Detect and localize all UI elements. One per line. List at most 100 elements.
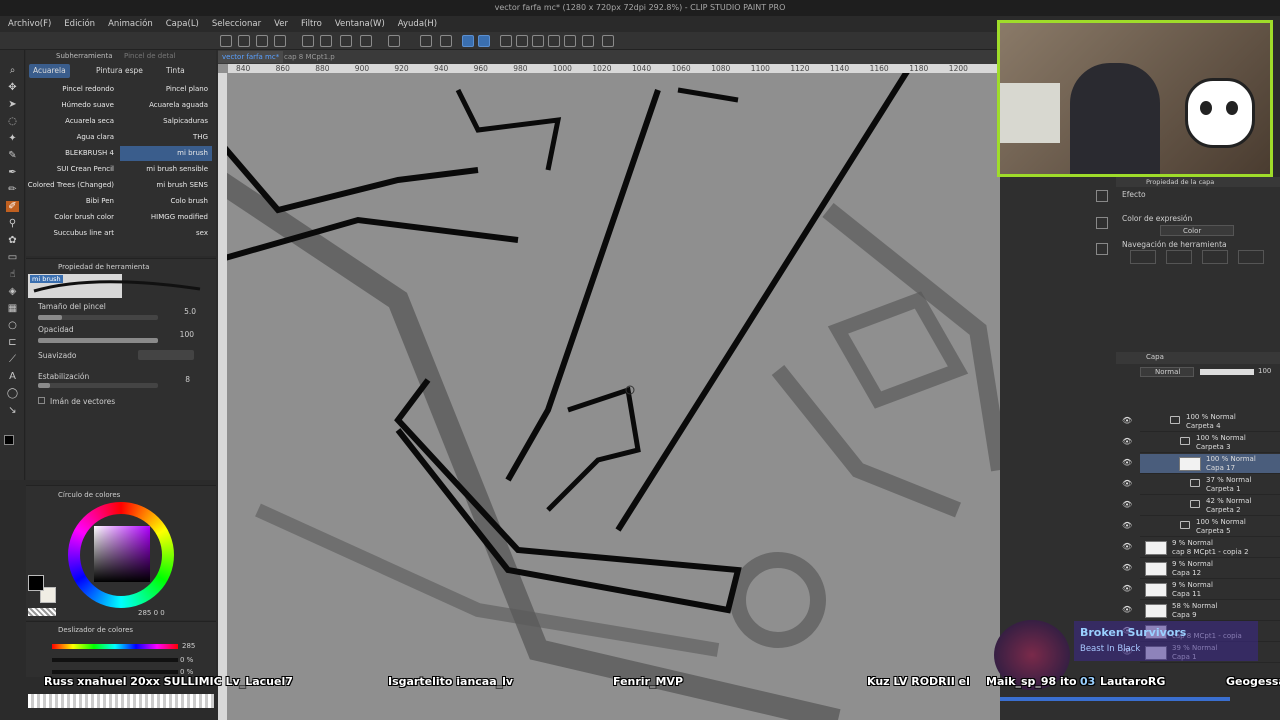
visibility-eye-icon[interactable]: 👁 — [1122, 437, 1132, 446]
airbrush-icon[interactable]: ⚲ — [6, 218, 19, 229]
panel-icon-3[interactable] — [1096, 243, 1108, 255]
brush-item[interactable]: Pincel plano — [120, 82, 212, 97]
gradient-icon[interactable]: ▦ — [6, 303, 19, 314]
menu-capa[interactable]: Capa(L) — [166, 19, 199, 29]
save-icon[interactable] — [256, 35, 268, 47]
doc-tab-2[interactable]: cap 8 MCpt1.p — [280, 51, 339, 63]
clear-icon[interactable] — [360, 35, 372, 47]
pencil-icon[interactable]: ✏ — [6, 184, 19, 195]
brush-item[interactable]: THG — [120, 130, 212, 145]
eraser-icon[interactable]: ▭ — [6, 252, 19, 263]
main-color-swatch[interactable] — [4, 435, 14, 445]
brush-item[interactable]: SUI Crean Pencil — [26, 162, 118, 177]
panel-icon-2[interactable] — [1096, 217, 1108, 229]
text-icon[interactable]: A — [6, 371, 19, 382]
frame-icon[interactable] — [582, 35, 594, 47]
redo-icon[interactable] — [320, 35, 332, 47]
layer-folder-row[interactable]: 100 % Normal Carpeta 4 👁 — [1122, 412, 1280, 432]
figure-icon[interactable]: ○ — [6, 320, 19, 331]
brush-item[interactable]: Acuarela aguada — [120, 98, 212, 113]
layer-row[interactable]: 9 % Normal Capa 12 👁 — [1122, 559, 1280, 579]
open-icon[interactable] — [238, 35, 250, 47]
value-slider[interactable] — [52, 670, 178, 674]
opacity-value[interactable]: 100 — [164, 330, 194, 339]
eyedropper-icon[interactable]: ✎ — [6, 150, 19, 161]
expression-dropdown[interactable]: Color — [1160, 225, 1234, 236]
drawing-canvas[interactable] — [218, 50, 1000, 720]
grid-icon[interactable] — [602, 35, 614, 47]
ruler-tool-icon[interactable]: ⟋ — [6, 354, 19, 365]
layer-row[interactable]: 9 % Normal Capa 11 👁 — [1122, 580, 1280, 600]
brush-item[interactable]: Colored Trees (Changed) — [26, 178, 118, 193]
opacity-slider[interactable] — [38, 338, 158, 343]
stab-value[interactable]: 8 — [160, 375, 190, 384]
visibility-eye-icon[interactable]: 👁 — [1122, 584, 1132, 593]
brush-item[interactable]: BLEKBRUSH 4 — [26, 146, 118, 161]
balloon-icon[interactable]: ◯ — [6, 388, 19, 399]
size-value[interactable]: 5.0 — [166, 307, 196, 316]
cat-tinta[interactable]: Tinta — [162, 64, 189, 78]
vector-checkbox[interactable] — [38, 397, 45, 404]
nav-button-1[interactable] — [1130, 250, 1156, 264]
layer-folder-row[interactable]: 42 % Normal Carpeta 2 👁 — [1122, 496, 1280, 516]
cat-pintura[interactable]: Pintura espe — [92, 64, 147, 78]
layer-folder-row[interactable]: 37 % Normal Carpeta 1 👁 — [1122, 475, 1280, 495]
blend-mode-dropdown[interactable]: Normal — [1140, 367, 1194, 377]
select-icon[interactable] — [440, 35, 452, 47]
brush-item[interactable]: Agua clara — [26, 130, 118, 145]
fill-tool-icon[interactable]: ◈ — [6, 286, 19, 297]
lasso-icon[interactable]: ◌ — [6, 116, 19, 127]
brush-item[interactable]: Acuarela seca — [26, 114, 118, 129]
zoom-icon[interactable]: ⌕ — [6, 65, 19, 76]
brush-item[interactable]: Bibi Pen — [26, 194, 118, 209]
transparent-chip[interactable] — [28, 608, 56, 616]
layer-row[interactable]: 58 % Normal Capa 9 👁 — [1122, 601, 1280, 621]
visibility-eye-icon[interactable]: 👁 — [1122, 458, 1132, 467]
layer-row[interactable]: 9 % Normal cap 8 MCpt1 - copia 2 👁 — [1122, 538, 1280, 558]
menu-edicion[interactable]: Edición — [64, 19, 95, 29]
visibility-eye-icon[interactable]: 👁 — [1122, 563, 1132, 572]
snap-ruler-icon[interactable] — [462, 35, 474, 47]
brush-item[interactable]: mi brush SENS — [120, 178, 212, 193]
menu-filtro[interactable]: Filtro — [301, 19, 322, 29]
layer-folder-row[interactable]: 100 % Normal Carpeta 3 👁 — [1122, 433, 1280, 453]
size-slider[interactable] — [38, 315, 158, 320]
fill-icon[interactable] — [420, 35, 432, 47]
menu-ventana[interactable]: Ventana(W) — [335, 19, 385, 29]
tab-subtool[interactable]: Subherramienta — [56, 52, 113, 62]
brush-item[interactable]: Salpicaduras — [120, 114, 212, 129]
menu-ver[interactable]: Ver — [274, 19, 288, 29]
crop-icon[interactable] — [532, 35, 544, 47]
saturation-slider[interactable] — [52, 658, 178, 662]
doc-tab-active[interactable]: vector farfa mc* — [218, 51, 284, 63]
wand-icon[interactable]: ✦ — [6, 133, 19, 144]
nav-button-3[interactable] — [1202, 250, 1228, 264]
pen-icon[interactable]: ✒ — [6, 167, 19, 178]
move-icon[interactable]: ✥ — [6, 82, 19, 93]
blend-icon[interactable]: ☝ — [6, 269, 19, 280]
frame-tool-icon[interactable]: ⊏ — [6, 337, 19, 348]
visibility-eye-icon[interactable]: 👁 — [1122, 542, 1132, 551]
brush-item[interactable]: Succubus line art — [26, 226, 118, 241]
nav-button-4[interactable] — [1238, 250, 1264, 264]
brush-item[interactable]: Húmedo suave — [26, 98, 118, 113]
brush-item[interactable]: HIMGG modified — [120, 210, 212, 225]
menu-ayuda[interactable]: Ayuda(H) — [398, 19, 437, 29]
brush-item[interactable]: Pincel redondo — [26, 82, 118, 97]
visibility-eye-icon[interactable]: 👁 — [1122, 479, 1132, 488]
operation-icon[interactable]: ➤ — [6, 99, 19, 110]
guide-icon[interactable] — [564, 35, 576, 47]
cat-acuarela[interactable]: Acuarela — [29, 64, 70, 78]
snap-special-icon[interactable] — [478, 35, 490, 47]
visibility-eye-icon[interactable]: 👁 — [1122, 605, 1132, 614]
layer-row[interactable]: 100 % Normal Capa 17 👁 — [1122, 454, 1280, 474]
brush-item[interactable]: Color brush color — [26, 210, 118, 225]
smooth-selector[interactable] — [138, 350, 194, 360]
visibility-eye-icon[interactable]: 👁 — [1122, 521, 1132, 530]
undo-icon[interactable] — [302, 35, 314, 47]
layer-opacity-slider[interactable] — [1200, 369, 1254, 375]
visibility-eye-icon[interactable]: 👁 — [1122, 416, 1132, 425]
menu-animacion[interactable]: Animación — [108, 19, 153, 29]
main-color-chip[interactable] — [28, 575, 44, 591]
nav-button-2[interactable] — [1166, 250, 1192, 264]
